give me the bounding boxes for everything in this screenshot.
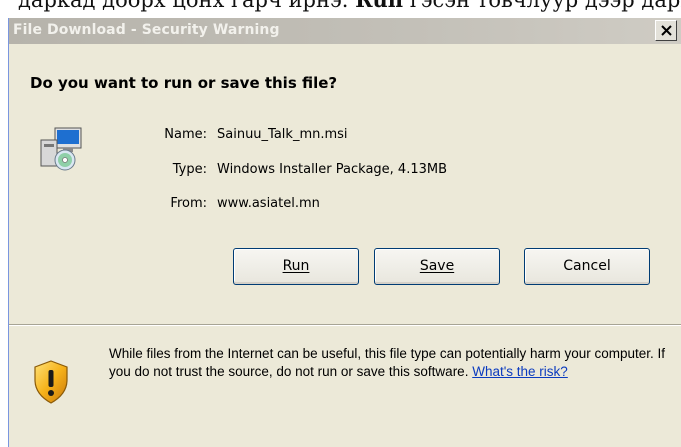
security-warning-dialog: File Download - Security Warning Do you … <box>8 18 681 447</box>
download-question: Do you want to run or save this file? <box>30 74 338 92</box>
warning-message: While files from the Internet can be use… <box>109 345 679 381</box>
background-text-rest: гэсэн товчлуур дээр дарна. <box>409 0 681 12</box>
close-icon <box>661 25 672 36</box>
dialog-title: File Download - Security Warning <box>13 22 280 38</box>
name-value: Sainuu_Talk_mn.msi <box>217 127 348 142</box>
screenshot: даркад доорх цонх гарч ирнэ. Run гэсэн т… <box>0 0 681 447</box>
name-label: Name: <box>164 127 207 142</box>
separator-highlight <box>9 325 681 326</box>
title-bar[interactable]: File Download - Security Warning <box>9 18 681 44</box>
save-button[interactable]: Save <box>374 248 500 285</box>
whats-the-risk-link[interactable]: What's the risk? <box>472 364 568 379</box>
warning-text: While files from the Internet can be use… <box>109 346 666 379</box>
close-button[interactable] <box>655 20 677 41</box>
cancel-button[interactable]: Cancel <box>524 248 650 285</box>
shield-warning-icon <box>34 360 68 404</box>
from-label: From: <box>170 196 207 211</box>
run-button[interactable]: Run <box>233 248 359 285</box>
installer-package-icon <box>40 127 82 171</box>
background-document-text: даркад доорх цонх гарч ирнэ. Run гэсэн т… <box>18 0 681 12</box>
background-text-bold: Run <box>355 0 403 12</box>
run-button-label: Run <box>282 258 310 274</box>
from-value: www.asiatel.mn <box>217 196 320 211</box>
type-value: Windows Installer Package, 4.13MB <box>217 162 448 177</box>
type-label: Type: <box>172 162 207 177</box>
background-text-normal: даркад доорх цонх гарч ирнэ. <box>18 0 356 12</box>
save-button-label: Save <box>419 258 455 274</box>
cancel-button-label: Cancel <box>563 258 611 274</box>
